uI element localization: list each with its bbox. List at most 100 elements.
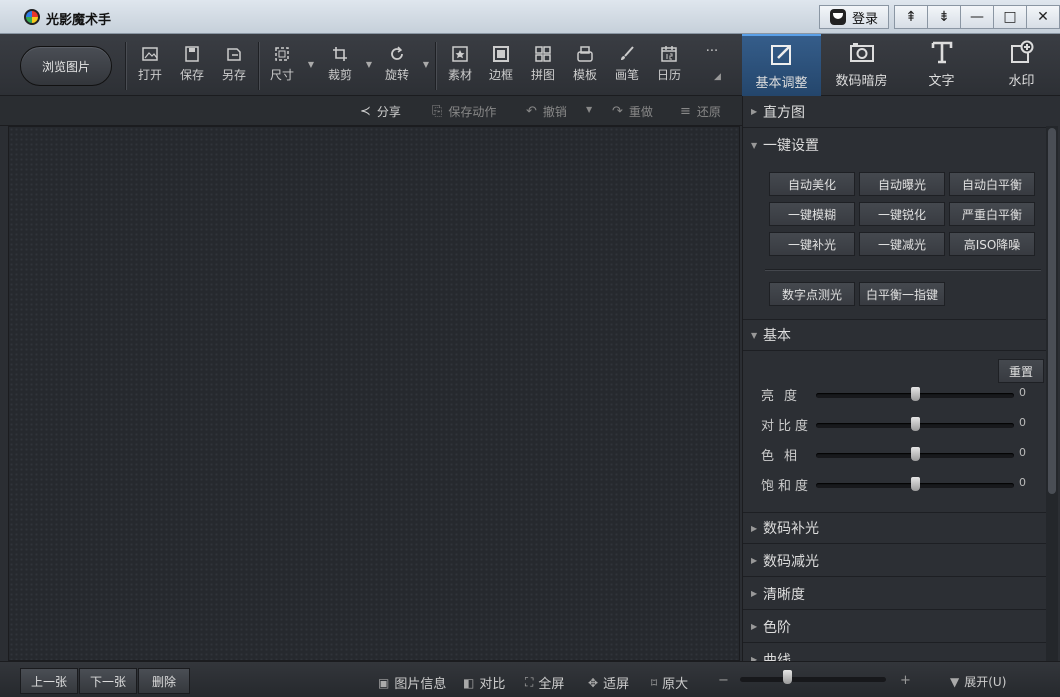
slider-knob[interactable]	[911, 477, 920, 491]
delete-button[interactable]: 删除	[138, 668, 190, 694]
login-button[interactable]: 登录	[818, 5, 889, 29]
one-click-sharpen-button[interactable]: 一键锐化	[859, 202, 945, 226]
menu-button[interactable]: ⇟	[927, 5, 961, 29]
prev-image-button[interactable]: 上一张	[20, 668, 78, 694]
section-reduce-light[interactable]: ▶ 数码减光	[743, 545, 1049, 577]
save-as-icon	[225, 46, 243, 62]
section-clarity-label: 清晰度	[763, 586, 805, 603]
section-basic-label: 基本	[763, 328, 791, 344]
original-size-button[interactable]: ⌑ 原大	[651, 673, 688, 693]
slider-knob[interactable]	[911, 387, 920, 401]
next-image-button[interactable]: 下一张	[79, 668, 137, 694]
reset-button[interactable]: 重置	[998, 359, 1044, 383]
image-canvas[interactable]	[8, 126, 740, 661]
tab-basic-adjust[interactable]: 基本调整	[742, 34, 821, 96]
save-action-button[interactable]: ⎘ 保存动作	[432, 103, 496, 120]
more-tools-button[interactable]: ···	[692, 44, 732, 88]
tool-material[interactable]: 素材	[440, 46, 480, 90]
tool-open[interactable]: 打开	[130, 46, 170, 90]
toolbar-divider	[258, 42, 259, 90]
contrast-label: 对比度	[761, 419, 813, 434]
action-bar: ≺ 分享 ⎘ 保存动作 ↶ 撤销 ▼ ↷ 重做 ≡ 还原	[0, 96, 742, 126]
tool-save-as[interactable]: 另存	[214, 46, 254, 90]
undo-button[interactable]: ↶ 撤销	[526, 103, 567, 120]
undo-dropdown-icon[interactable]: ▼	[586, 105, 592, 114]
redo-label: 重做	[628, 105, 653, 119]
auto-white-balance-button[interactable]: 自动白平衡	[949, 172, 1035, 196]
crop-dropdown-icon[interactable]: ▼	[366, 60, 372, 69]
adjust-panel: ▶ 直方图 ▼ 一键设置 自动美化 自动曝光 自动白平衡 一键模糊 一键锐化 严重白…	[742, 96, 1060, 661]
white-balance-picker-button[interactable]: 白平衡一指键	[859, 282, 945, 306]
tool-rotate[interactable]: 旋转 ▼	[377, 46, 429, 90]
slider-knob[interactable]	[911, 447, 920, 461]
minimize-button[interactable]: —	[960, 5, 994, 29]
image-info-button[interactable]: ▣ 图片信息	[378, 673, 446, 693]
hue-slider[interactable]: 色相 0	[761, 444, 1051, 464]
material-icon	[451, 46, 469, 62]
tab-text[interactable]: 文字	[902, 34, 981, 96]
maximize-button[interactable]: □	[993, 5, 1027, 29]
compare-button[interactable]: ◧ 对比	[463, 673, 506, 693]
tool-border[interactable]: 边框	[481, 46, 521, 90]
compare-label: 对比	[479, 677, 506, 692]
rotate-dropdown-icon[interactable]: ▼	[423, 60, 429, 69]
panel-divider	[765, 269, 1041, 270]
zoom-slider-track[interactable]	[740, 677, 886, 682]
section-one-click[interactable]: ▼ 一键设置	[743, 129, 1049, 161]
saturation-value: 0	[1019, 476, 1026, 489]
zoom-slider-knob[interactable]	[783, 670, 792, 684]
camera-icon	[849, 43, 874, 62]
restore-button[interactable]: ≡ 还原	[680, 103, 721, 120]
tab-digital-darkroom[interactable]: 数码暗房	[822, 34, 901, 96]
tool-resize-label: 尺寸	[269, 68, 294, 82]
text-icon	[931, 41, 952, 64]
auto-beautify-button[interactable]: 自动美化	[769, 172, 855, 196]
panel-scrollbar[interactable]	[1046, 126, 1058, 661]
tool-collage[interactable]: 拼图	[523, 46, 563, 90]
scrollbar-thumb[interactable]	[1048, 128, 1056, 494]
tool-save[interactable]: 保存	[172, 46, 212, 90]
tab-digital-darkroom-label: 数码暗房	[835, 74, 888, 89]
fullscreen-button[interactable]: ⛶ 全屏	[525, 673, 564, 692]
one-click-fill-light-button[interactable]: 一键补光	[769, 232, 855, 256]
section-histogram[interactable]: ▶ 直方图	[743, 96, 1049, 128]
tool-brush[interactable]: 画笔	[607, 46, 647, 90]
saturation-slider[interactable]: 饱和度 0	[761, 474, 1051, 494]
collapsed-arrow-icon: ▶	[751, 556, 758, 565]
tab-watermark-label: 水印	[1008, 74, 1035, 89]
share-button[interactable]: ≺ 分享	[360, 103, 401, 120]
expand-button[interactable]: ▼ 展开(U)	[950, 673, 1006, 690]
tool-calendar[interactable]: 日历	[649, 46, 689, 90]
tool-collage-label: 拼图	[530, 68, 555, 82]
window-controls: 登录 ⇞ ⇟ — □ ✕	[818, 5, 1060, 29]
fit-screen-button[interactable]: ✥ 适屏	[588, 673, 629, 693]
tool-crop[interactable]: 裁剪 ▼	[320, 46, 372, 90]
severe-white-balance-button[interactable]: 严重白平衡	[949, 202, 1035, 226]
tab-watermark[interactable]: 水印	[982, 34, 1060, 96]
resize-dropdown-icon[interactable]: ▼	[308, 60, 314, 69]
spot-metering-button[interactable]: 数字点测光	[769, 282, 855, 306]
section-levels[interactable]: ▶ 色阶	[743, 611, 1049, 643]
toolbar-expand-icon[interactable]: ◢	[714, 72, 721, 82]
tool-template[interactable]: 模板	[565, 46, 605, 90]
close-button[interactable]: ✕	[1026, 5, 1060, 29]
contrast-slider[interactable]: 对比度 0	[761, 414, 1051, 434]
open-icon	[141, 46, 159, 62]
expand-arrow-icon: ▼	[950, 674, 960, 689]
section-basic[interactable]: ▼ 基本	[743, 319, 1049, 351]
auto-exposure-button[interactable]: 自动曝光	[859, 172, 945, 196]
redo-button[interactable]: ↷ 重做	[612, 103, 653, 120]
one-click-reduce-light-button[interactable]: 一键减光	[859, 232, 945, 256]
zoom-in-button[interactable]: +	[900, 673, 911, 688]
section-fill-light[interactable]: ▶ 数码补光	[743, 512, 1049, 544]
section-clarity[interactable]: ▶ 清晰度	[743, 578, 1049, 610]
tool-resize[interactable]: 尺寸 ▼	[262, 46, 314, 90]
high-iso-denoise-button[interactable]: 高ISO降噪	[949, 232, 1035, 256]
brightness-slider[interactable]: 亮度 0	[761, 384, 1051, 404]
browse-images-button[interactable]: 浏览图片	[20, 46, 112, 86]
zoom-out-button[interactable]: −	[718, 673, 729, 688]
slider-knob[interactable]	[911, 417, 920, 431]
one-click-blur-button[interactable]: 一键模糊	[769, 202, 855, 226]
section-curves[interactable]: ▶ 曲线	[743, 644, 1049, 662]
skin-up-button[interactable]: ⇞	[894, 5, 928, 29]
